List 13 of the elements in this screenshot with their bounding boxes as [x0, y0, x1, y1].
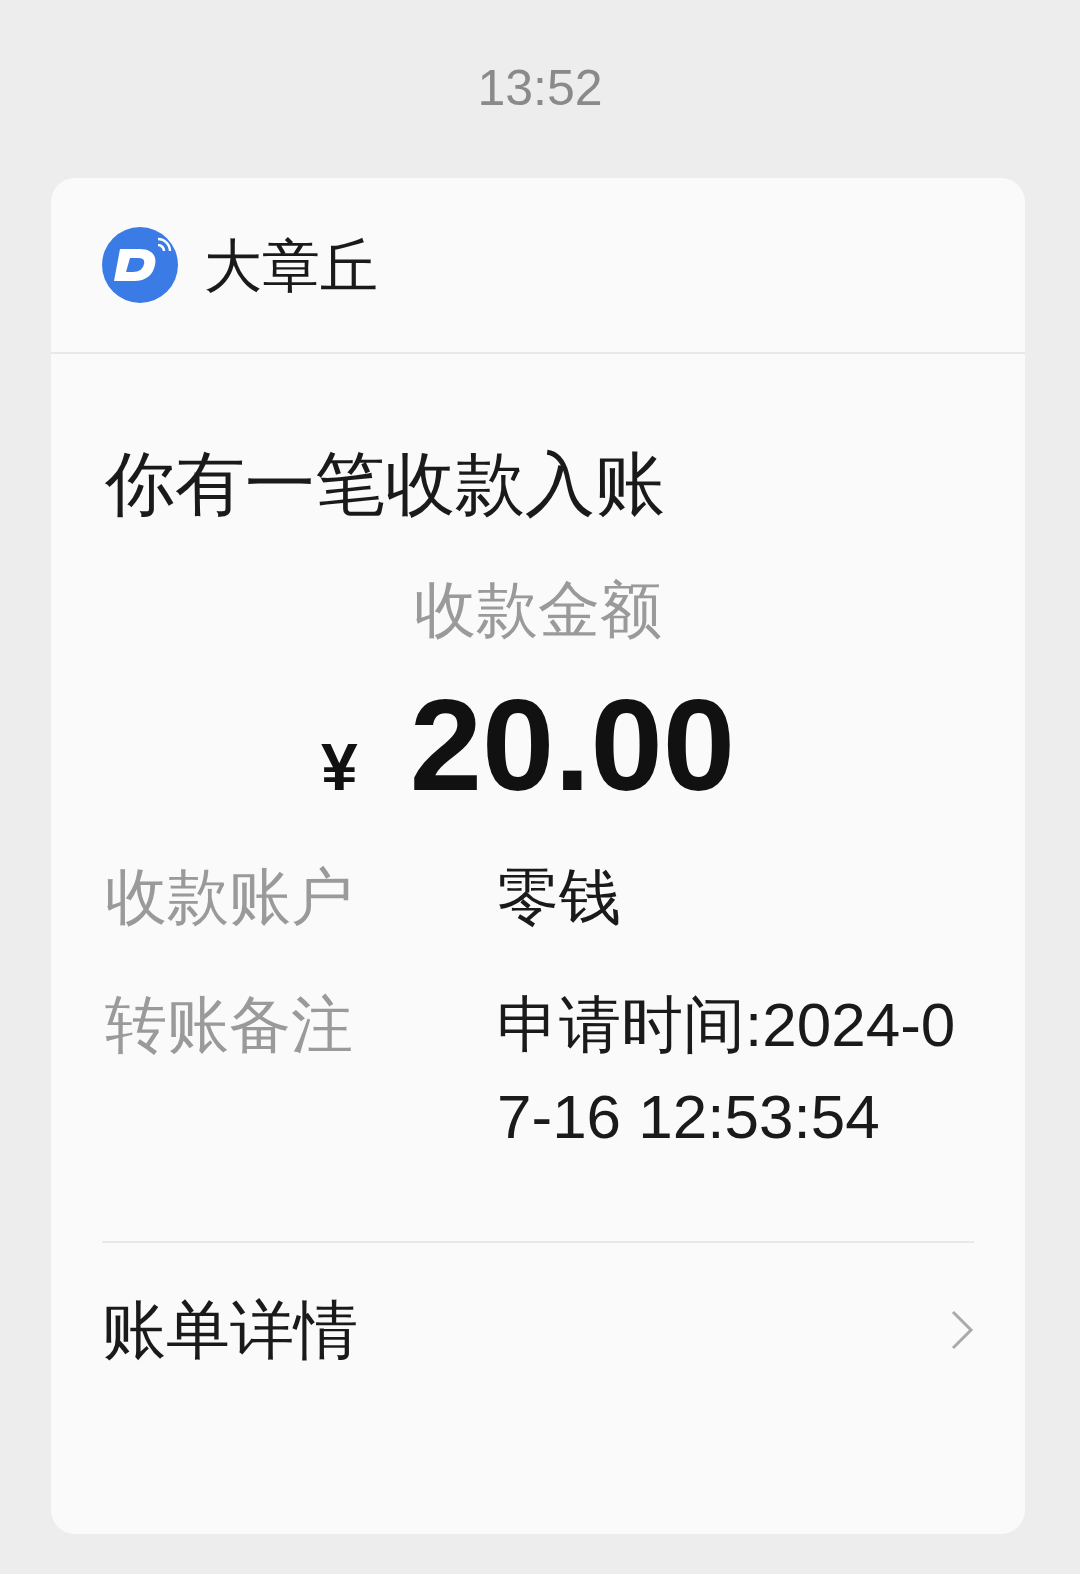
amount-label: 收款金额 — [414, 574, 662, 646]
amount-value: 20.00 — [409, 680, 735, 810]
chevron-right-icon — [950, 1309, 974, 1351]
app-name: 大章丘 — [204, 231, 378, 300]
field-label: 转账备注 — [105, 989, 354, 1061]
field-value: 零钱 — [497, 861, 622, 933]
app-logo-icon — [102, 227, 178, 303]
field-label: 收款账户 — [105, 861, 354, 933]
time-label: 13:52 — [477, 59, 603, 118]
bill-details-link[interactable]: 账单详情 — [102, 1243, 974, 1417]
currency-symbol: ¥ — [320, 729, 358, 806]
field-value: 申请时间:2024-07-16 12:53:54 — [497, 989, 957, 1153]
notification-title: 你有一笔收款入账 — [105, 444, 666, 525]
